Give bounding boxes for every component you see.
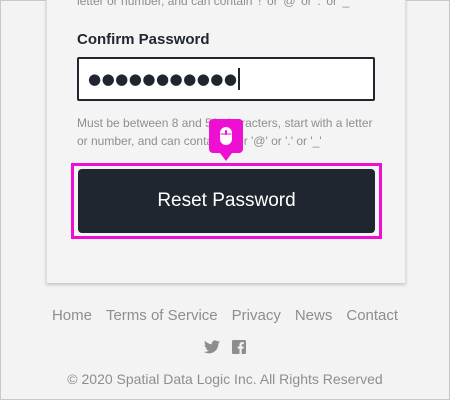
social-links <box>1 340 449 354</box>
confirm-password-value: ●●●●●●●●●●● <box>88 70 238 88</box>
mouse-click-indicator <box>209 119 243 161</box>
footer-link-privacy[interactable]: Privacy <box>232 307 281 324</box>
mouse-icon <box>220 127 232 145</box>
confirm-password-input[interactable]: ●●●●●●●●●●● <box>77 57 375 101</box>
reset-password-button[interactable]: Reset Password <box>78 169 375 233</box>
page-frame: letter or number, and can contain '!' or… <box>0 0 450 400</box>
footer-link-terms[interactable]: Terms of Service <box>106 307 218 324</box>
text-caret <box>238 68 240 90</box>
copyright-text: © 2020 Spatial Data Logic Inc. All Right… <box>67 371 383 387</box>
twitter-icon[interactable] <box>204 340 220 354</box>
confirm-password-label: Confirm Password <box>77 31 210 48</box>
footer-link-news[interactable]: News <box>295 307 333 324</box>
footer-link-contact[interactable]: Contact <box>346 307 398 324</box>
password-hint-top: letter or number, and can contain '!' or… <box>77 0 352 8</box>
facebook-icon[interactable] <box>232 340 246 354</box>
footer-nav: Home Terms of Service Privacy News Conta… <box>1 307 449 324</box>
footer-link-home[interactable]: Home <box>52 307 92 324</box>
